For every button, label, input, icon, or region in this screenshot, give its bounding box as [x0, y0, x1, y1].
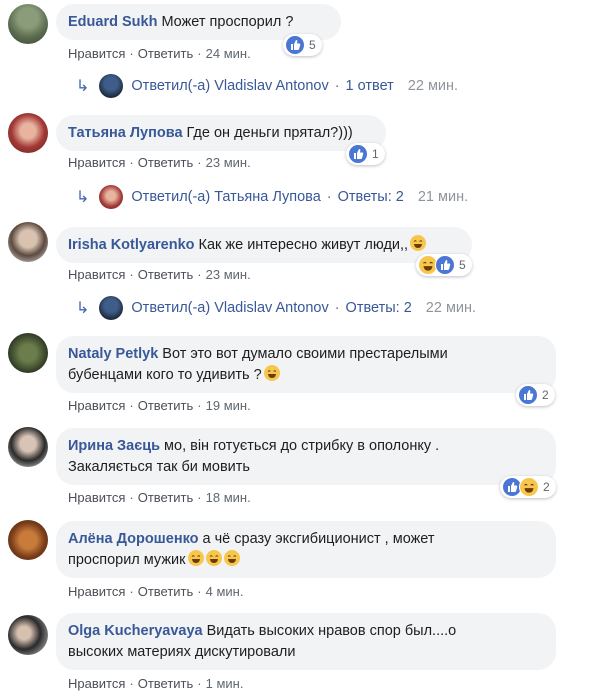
reply-arrow-icon: ↳: [76, 300, 90, 317]
avatar[interactable]: [8, 520, 48, 560]
reply-avatar: [99, 74, 124, 98]
like-link[interactable]: Нравится: [68, 46, 125, 61]
replies-link[interactable]: ↳ Ответил(-а) Vladislav Antonov · 1 ответ 2…: [76, 74, 458, 98]
comment-text: Может проспорил ?: [161, 14, 294, 30]
reply-arrow-icon: ↳: [76, 189, 90, 206]
rofl-emoji-icon: [223, 550, 240, 566]
laughing-emoji-icon: [263, 365, 280, 381]
comment-actions: Нравится · Ответить · 23 мин.: [68, 267, 251, 282]
timestamp[interactable]: 19 мин.: [206, 398, 251, 413]
comment-author[interactable]: Алёна Дорошенко: [68, 531, 199, 547]
comment-text: проспорил мужик: [68, 552, 186, 568]
reply-link[interactable]: Ответить: [138, 490, 194, 505]
timestamp[interactable]: 23 мин.: [206, 267, 251, 282]
comment-text: мо, він готується до стрибку в ополонку …: [164, 438, 440, 454]
like-link[interactable]: Нравится: [68, 676, 125, 691]
haha-icon: [519, 477, 539, 497]
like-link[interactable]: Нравится: [68, 155, 125, 170]
comment-actions: Нравится · Ответить · 1 мин.: [68, 676, 244, 691]
avatar[interactable]: [8, 333, 48, 373]
like-link[interactable]: Нравится: [68, 267, 125, 282]
avatar[interactable]: [8, 222, 48, 262]
avatar[interactable]: [8, 615, 48, 655]
reply-link[interactable]: Ответить: [138, 267, 194, 282]
replies-link[interactable]: ↳ Ответил(-а) Vladislav Antonov · Ответы: …: [76, 296, 476, 320]
comment-bubble: Olga Kucheryavaya Видать высоких нравов с…: [56, 613, 556, 670]
timestamp[interactable]: 1 мин.: [206, 676, 244, 691]
laughing-emoji-icon: [410, 235, 427, 251]
like-icon: [285, 35, 305, 55]
comment-bubble: Ирина Заєць мо, він готується до стрибку …: [56, 428, 556, 485]
comment-author[interactable]: Eduard Sukh: [68, 14, 157, 30]
timestamp[interactable]: 24 мин.: [206, 46, 251, 61]
like-link[interactable]: Нравится: [68, 490, 125, 505]
comment-author[interactable]: Татьяна Лупова: [68, 125, 183, 141]
comment-bubble: Irisha Kotlyarenko Как же интересно живут…: [56, 227, 472, 263]
comment-actions: Нравится · Ответить · 24 мин.: [68, 46, 251, 61]
comment-text: Вот это вот думало своими престарелыми: [162, 346, 448, 362]
comment-text: высоких материях дискутировали: [68, 644, 296, 660]
timestamp[interactable]: 18 мин.: [206, 490, 251, 505]
comment-author[interactable]: Irisha Kotlyarenko: [68, 237, 195, 253]
comment-text: бубенцами кого то удивить ?: [68, 367, 262, 383]
reply-avatar: [99, 185, 124, 209]
comment-actions: Нравится · Ответить · 23 мин.: [68, 155, 251, 170]
comment-text: Как же интересно живут люди,,: [198, 237, 409, 253]
comment-text: Видать высоких нравов спор был....о: [206, 623, 457, 639]
reply-avatar: [99, 296, 124, 320]
reply-link[interactable]: Ответить: [138, 676, 194, 691]
reply-arrow-icon: ↳: [76, 78, 90, 95]
reply-link[interactable]: Ответить: [138, 398, 194, 413]
timestamp[interactable]: 23 мин.: [206, 155, 251, 170]
avatar[interactable]: [8, 113, 48, 153]
comment-author[interactable]: Ирина Заєць: [68, 438, 160, 454]
comment-actions: Нравится · Ответить · 4 мин.: [68, 584, 244, 599]
rofl-emoji-icon: [205, 550, 222, 566]
comment-text: Закаляється так би мовить: [68, 459, 250, 475]
like-icon: [518, 385, 538, 405]
reply-link[interactable]: Ответить: [138, 46, 194, 61]
comment-text: а чё сразу эксгибиционист , может: [202, 531, 435, 547]
timestamp[interactable]: 4 мин.: [206, 584, 244, 599]
comment-author[interactable]: Olga Kucheryavaya: [68, 623, 203, 639]
comment-bubble: Татьяна Лупова Где он деньги прятал?))): [56, 115, 386, 151]
reply-link[interactable]: Ответить: [138, 155, 194, 170]
avatar[interactable]: [8, 427, 48, 467]
comment-bubble: Nataly Petlyk Вот это вот думало своими п…: [56, 336, 556, 393]
reaction-count[interactable]: 2: [516, 384, 555, 406]
like-icon: [348, 144, 368, 164]
comment-actions: Нравится · Ответить · 19 мин.: [68, 398, 251, 413]
like-link[interactable]: Нравится: [68, 398, 125, 413]
rofl-emoji-icon: [187, 550, 204, 566]
comment-text: Где он деньги прятал?))): [186, 125, 353, 141]
comment-actions: Нравится · Ответить · 18 мин.: [68, 490, 251, 505]
reaction-count[interactable]: 5: [416, 254, 472, 276]
reaction-count[interactable]: 5: [283, 34, 322, 56]
comment-author[interactable]: Nataly Petlyk: [68, 346, 158, 362]
like-icon: [435, 255, 455, 275]
reply-link[interactable]: Ответить: [138, 584, 194, 599]
reaction-count[interactable]: 1: [346, 143, 385, 165]
reaction-count[interactable]: 2: [500, 476, 556, 498]
avatar[interactable]: [8, 4, 48, 44]
replies-link[interactable]: ↳ Ответил(-а) Татьяна Лупова · Ответы: 2 21…: [76, 185, 468, 209]
like-link[interactable]: Нравится: [68, 584, 125, 599]
comment-bubble: Алёна Дорошенко а чё сразу эксгибиционист…: [56, 521, 556, 578]
